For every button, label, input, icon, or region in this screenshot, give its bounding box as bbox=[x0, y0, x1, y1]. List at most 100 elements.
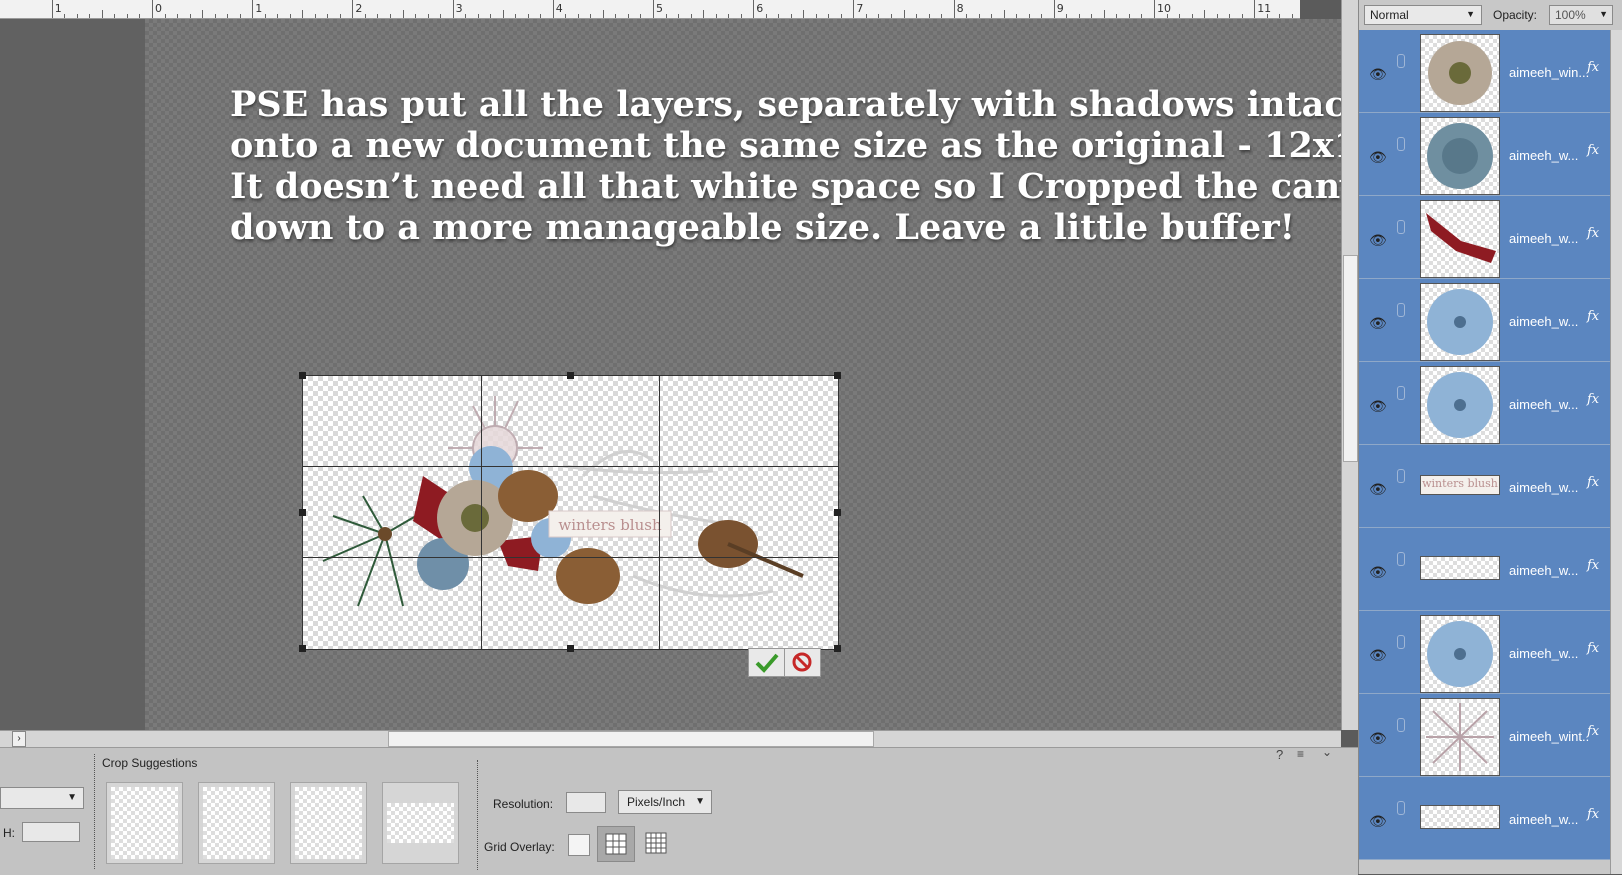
crop-suggestion-thumb[interactable] bbox=[198, 782, 275, 864]
layer-name[interactable]: aimeeh_w... bbox=[1509, 314, 1589, 329]
chevron-down-icon: ▼ bbox=[1599, 9, 1608, 19]
link-icon[interactable] bbox=[1397, 469, 1405, 483]
layer-row[interactable]: 👁︎ winters blush aimeeh_w... fx bbox=[1359, 445, 1610, 528]
link-icon[interactable] bbox=[1397, 220, 1405, 234]
visibility-eye-icon[interactable]: 👁︎ bbox=[1369, 149, 1387, 166]
grid-thirds-button[interactable] bbox=[597, 826, 635, 862]
grid-thirds-icon bbox=[605, 833, 627, 855]
layer-row[interactable]: 👁︎ aimeeh_win... fx bbox=[1359, 30, 1610, 113]
layer-effects-fx-icon[interactable]: fx bbox=[1587, 226, 1599, 241]
crop-suggestion-thumb[interactable] bbox=[290, 782, 367, 864]
layer-name[interactable]: aimeeh_win... bbox=[1509, 65, 1589, 80]
ruler-tick bbox=[778, 14, 780, 18]
ruler-label: 11 bbox=[1257, 2, 1272, 15]
crop-handle-bottom-left[interactable] bbox=[299, 645, 306, 652]
opacity-field[interactable]: 100% ▼ bbox=[1549, 5, 1613, 25]
ruler-tick bbox=[440, 14, 442, 18]
layer-name[interactable]: aimeeh_w... bbox=[1509, 563, 1589, 578]
layer-effects-fx-icon[interactable]: fx bbox=[1587, 641, 1599, 656]
visibility-eye-icon[interactable]: 👁︎ bbox=[1369, 481, 1387, 498]
layer-name[interactable]: aimeeh_wint... bbox=[1509, 729, 1589, 744]
ruler-tick bbox=[916, 14, 918, 18]
pasteboard bbox=[0, 19, 145, 730]
visibility-eye-icon[interactable]: 👁︎ bbox=[1369, 232, 1387, 249]
ruler-tick bbox=[1066, 14, 1068, 18]
commit-crop-button[interactable] bbox=[748, 648, 785, 677]
visibility-eye-icon[interactable]: 👁︎ bbox=[1369, 730, 1387, 747]
ruler-tick bbox=[515, 14, 517, 18]
height-field[interactable] bbox=[22, 822, 80, 842]
ruler-tick bbox=[815, 14, 817, 18]
cancel-crop-button[interactable] bbox=[784, 648, 821, 677]
link-icon[interactable] bbox=[1397, 54, 1405, 68]
blend-mode-value: Normal bbox=[1370, 8, 1409, 22]
link-icon[interactable] bbox=[1397, 386, 1405, 400]
visibility-eye-icon[interactable]: 👁︎ bbox=[1369, 647, 1387, 664]
crop-handle-top-right[interactable] bbox=[834, 372, 841, 379]
crop-box[interactable]: winters blush bbox=[299, 372, 841, 652]
link-icon[interactable] bbox=[1397, 718, 1405, 732]
visibility-eye-icon[interactable]: 👁︎ bbox=[1369, 564, 1387, 581]
preset-dropdown[interactable]: ▼ bbox=[0, 787, 84, 809]
layer-effects-fx-icon[interactable]: fx bbox=[1587, 724, 1599, 739]
layer-effects-fx-icon[interactable]: fx bbox=[1587, 558, 1599, 573]
ruler-tick bbox=[314, 14, 316, 18]
link-icon[interactable] bbox=[1397, 137, 1405, 151]
options-menu-icon[interactable]: ≡ bbox=[1297, 747, 1304, 761]
grid-full-button[interactable] bbox=[645, 832, 667, 854]
crop-handle-right[interactable] bbox=[834, 509, 841, 516]
link-icon[interactable] bbox=[1397, 801, 1405, 815]
link-icon[interactable] bbox=[1397, 552, 1405, 566]
crop-suggestion-thumb[interactable] bbox=[382, 782, 459, 864]
layer-row[interactable]: 👁︎ aimeeh_w... fx bbox=[1359, 196, 1610, 279]
layer-row[interactable]: 👁︎ aimeeh_w... fx bbox=[1359, 362, 1610, 445]
layer-effects-fx-icon[interactable]: fx bbox=[1587, 143, 1599, 158]
crop-handle-bottom[interactable] bbox=[567, 645, 574, 652]
cluster-artwork: winters blush bbox=[322, 396, 804, 607]
layer-effects-fx-icon[interactable]: fx bbox=[1587, 475, 1599, 490]
layer-row[interactable]: 👁︎ aimeeh_w... fx bbox=[1359, 777, 1610, 860]
layer-row[interactable]: 👁︎ aimeeh_w... fx bbox=[1359, 528, 1610, 611]
link-icon[interactable] bbox=[1397, 635, 1405, 649]
layer-name[interactable]: aimeeh_w... bbox=[1509, 397, 1589, 412]
crop-handle-left[interactable] bbox=[299, 509, 306, 516]
ruler-tick bbox=[1003, 10, 1005, 18]
layer-row[interactable]: 👁︎ aimeeh_wint... fx bbox=[1359, 694, 1610, 777]
layer-effects-fx-icon[interactable]: fx bbox=[1587, 392, 1599, 407]
crop-suggestion-thumb[interactable] bbox=[106, 782, 183, 864]
layer-thumbnail bbox=[1420, 615, 1500, 693]
layer-name[interactable]: aimeeh_w... bbox=[1509, 812, 1589, 827]
resolution-unit-dropdown[interactable]: Pixels/Inch ▼ bbox=[618, 790, 712, 814]
blend-mode-dropdown[interactable]: Normal ▼ bbox=[1364, 5, 1482, 25]
layer-effects-fx-icon[interactable]: fx bbox=[1587, 60, 1599, 75]
horizontal-scroll-thumb[interactable] bbox=[388, 731, 874, 747]
layer-name[interactable]: aimeeh_w... bbox=[1509, 231, 1589, 246]
resolution-field[interactable] bbox=[566, 792, 606, 813]
ruler-tick bbox=[703, 10, 705, 18]
layer-name[interactable]: aimeeh_w... bbox=[1509, 480, 1589, 495]
layer-effects-fx-icon[interactable]: fx bbox=[1587, 807, 1599, 822]
grid-none-button[interactable] bbox=[568, 834, 590, 856]
layer-effects-fx-icon[interactable]: fx bbox=[1587, 309, 1599, 324]
help-icon[interactable]: ? bbox=[1276, 747, 1283, 762]
vertical-scroll-thumb[interactable] bbox=[1343, 255, 1358, 462]
overlay-line: down to a more manageable size. Leave a … bbox=[230, 207, 1296, 248]
link-icon[interactable] bbox=[1397, 303, 1405, 317]
visibility-eye-icon[interactable]: 👁︎ bbox=[1369, 66, 1387, 83]
ruler-tick bbox=[415, 14, 417, 18]
ruler-tick bbox=[1128, 14, 1130, 18]
layer-row[interactable]: 👁︎ aimeeh_w... fx bbox=[1359, 279, 1610, 362]
crop-handle-top[interactable] bbox=[567, 372, 574, 379]
visibility-eye-icon[interactable]: 👁︎ bbox=[1369, 398, 1387, 415]
panel-expand-icon[interactable]: › bbox=[12, 731, 26, 747]
layer-name[interactable]: aimeeh_w... bbox=[1509, 646, 1589, 661]
visibility-eye-icon[interactable]: 👁︎ bbox=[1369, 315, 1387, 332]
visibility-eye-icon[interactable]: 👁︎ bbox=[1369, 813, 1387, 830]
layer-name[interactable]: aimeeh_w... bbox=[1509, 148, 1589, 163]
crop-handle-bottom-right[interactable] bbox=[834, 645, 841, 652]
layer-row[interactable]: 👁︎ aimeeh_w... fx bbox=[1359, 113, 1610, 196]
collapse-chevron-icon[interactable]: ⌄ bbox=[1322, 745, 1332, 759]
crop-handle-top-left[interactable] bbox=[299, 372, 306, 379]
layer-row[interactable]: 👁︎ aimeeh_w... fx bbox=[1359, 611, 1610, 694]
layers-scrollbar[interactable] bbox=[1610, 30, 1622, 874]
